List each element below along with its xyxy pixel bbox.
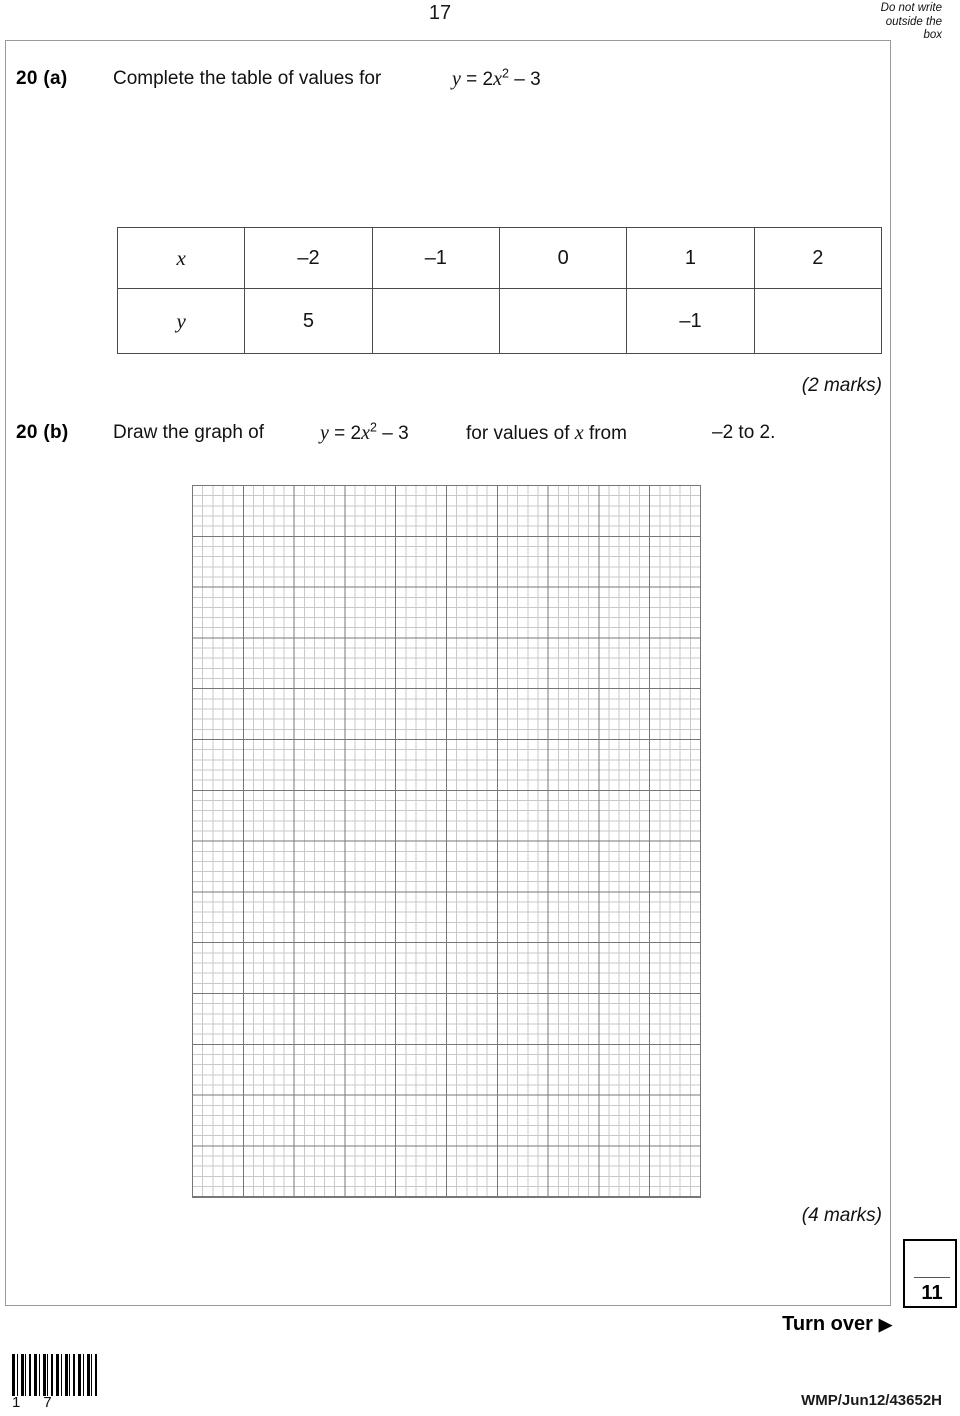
equation-a-rhs: – 3	[508, 69, 541, 90]
question-20b-text: Draw the graph of	[113, 422, 265, 443]
question-20b-values-text: for values of x from	[466, 422, 627, 445]
question-20a-text: Complete the table of values for	[113, 68, 382, 89]
equation-b-exponent: 2	[370, 420, 377, 435]
question-20a-letter: (a)	[43, 68, 68, 89]
equation-b-variable: x	[361, 422, 371, 444]
question-20b-label: 20 (b)	[16, 422, 69, 444]
marks-label-20a: (2 marks)	[801, 375, 882, 396]
turn-over-arrow-icon: ▶	[878, 1315, 892, 1334]
question-20b-values-variable: x	[574, 422, 584, 444]
barcode-digit-1: 1	[12, 1394, 22, 1411]
table-cell-x-2: –1	[371, 227, 500, 289]
table-cell-y-4[interactable]: –1	[626, 288, 755, 354]
table-cell-x-3: 0	[498, 227, 628, 289]
do-not-write-line-1: Do not write	[880, 2, 942, 14]
marks-total-value: 11	[921, 1282, 943, 1304]
equation-a-exponent: 2	[502, 66, 509, 81]
table-cell-y-1[interactable]: 5	[244, 288, 373, 354]
turn-over-text: Turn over	[782, 1313, 873, 1335]
do-not-write-line-2: outside the	[885, 15, 942, 28]
question-20b-range: –2 to 2.	[712, 422, 776, 443]
table-row-x: x –2 –1 0 1 2	[116, 227, 883, 289]
question-20b-values-pre: for values of	[466, 423, 570, 444]
turn-over-label: Turn over ▶	[640, 1313, 892, 1336]
equation-b-eq: = 2	[328, 423, 362, 444]
marks-label-20b: (4 marks)	[801, 1205, 882, 1226]
question-20b-equation: y = 2x2 – 3	[320, 420, 409, 445]
barcode-digit-2: 7	[43, 1394, 53, 1411]
table-cell-y-3[interactable]	[498, 288, 628, 354]
question-20a-equation: y = 2x2 – 3	[452, 66, 541, 91]
table-header-x: x	[116, 227, 246, 289]
equation-b-lhs: y	[320, 422, 329, 444]
table-header-y: y	[116, 288, 246, 354]
marks-total-box: 11	[903, 1239, 957, 1308]
table-cell-x-5: 2	[753, 227, 883, 289]
equation-a-eq: = 2	[460, 69, 494, 90]
equation-a-variable: x	[493, 68, 503, 90]
question-20a-number: 20	[16, 68, 38, 89]
question-20a-label: 20 (a)	[16, 68, 67, 90]
page-number: 17	[428, 2, 452, 24]
graph-paper-grid[interactable]	[192, 485, 701, 1198]
barcode-digits: 17	[12, 1394, 100, 1411]
table-cell-x-1: –2	[244, 227, 373, 289]
table-row-y: y 5 –1	[116, 288, 883, 354]
barcode	[12, 1354, 100, 1396]
marks-total-rule	[914, 1277, 950, 1278]
question-20b-values-post: from	[588, 423, 627, 444]
question-20b-letter: (b)	[43, 422, 69, 443]
table-cell-y-5[interactable]	[753, 288, 883, 354]
table-cell-x-4: 1	[626, 227, 755, 289]
table-cell-y-2[interactable]	[371, 288, 500, 354]
footer-paper-code: WMP/Jun12/43652H	[801, 1392, 942, 1409]
do-not-write-outside-box-notice: Do not write outside the box	[832, 2, 942, 43]
equation-b-rhs: – 3	[376, 423, 409, 444]
equation-a-lhs: y	[452, 68, 461, 90]
question-20b-number: 20	[16, 422, 38, 443]
table-of-values: x –2 –1 0 1 2 y 5 –1	[116, 227, 883, 354]
